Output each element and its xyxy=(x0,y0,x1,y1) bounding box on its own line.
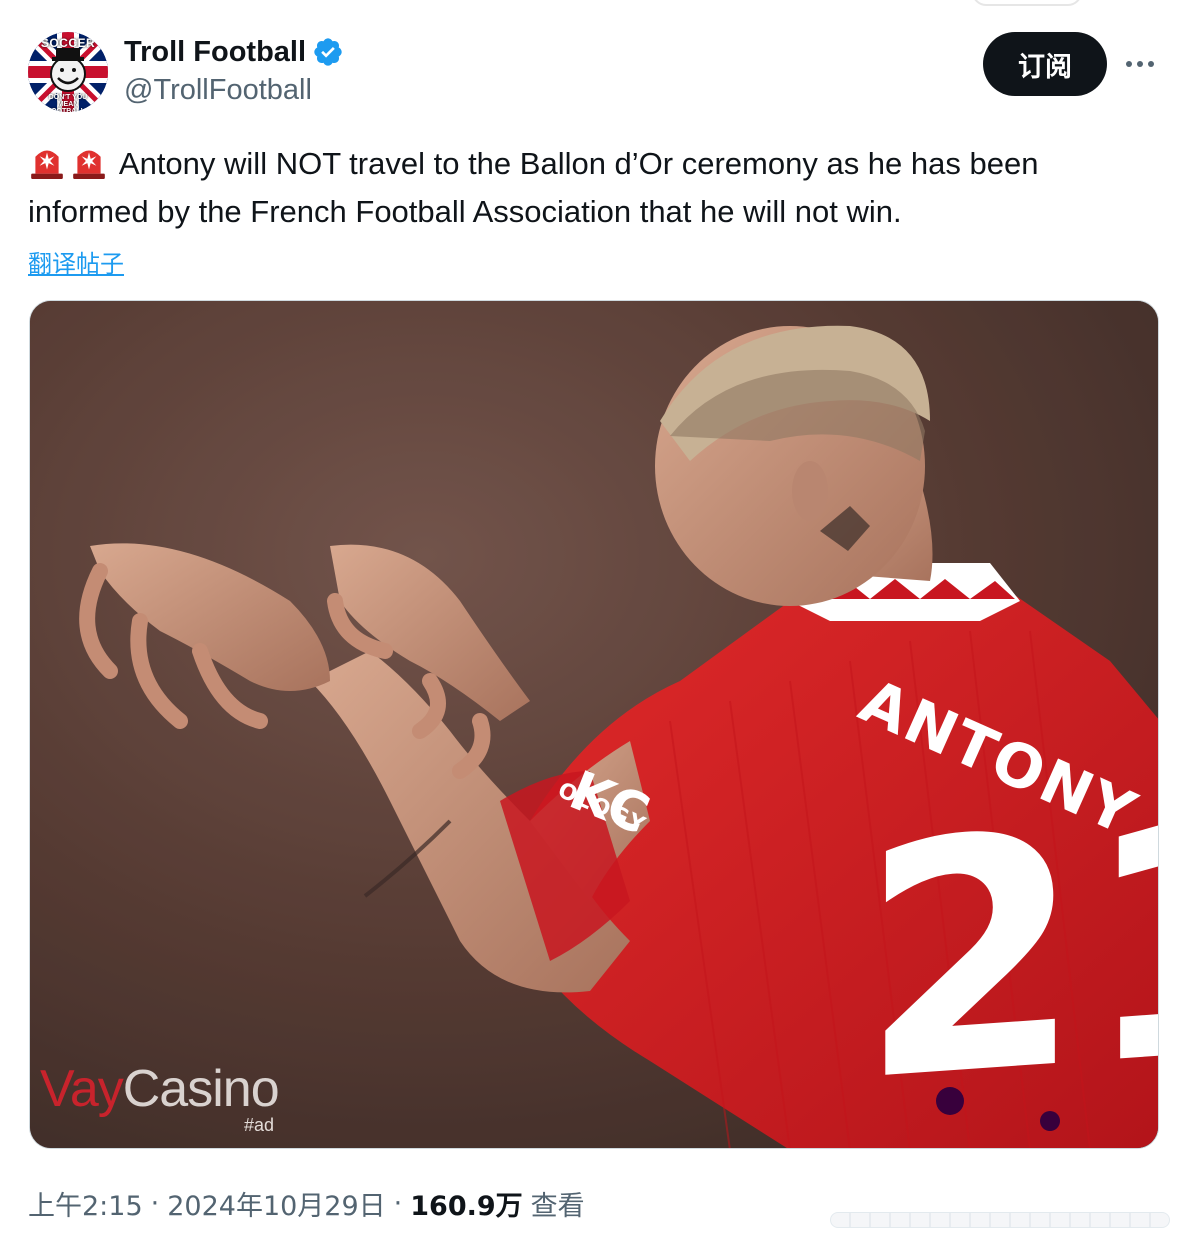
tweet-header: SOCCER DON'T YOU MEAN FOOTBALL? Troll Fo… xyxy=(28,30,1158,112)
user-handle[interactable]: @TrollFootball xyxy=(124,74,312,107)
name-row: Troll Football xyxy=(124,34,344,70)
tweet-body: Antony will NOT travel to the Ballon d’O… xyxy=(28,146,1039,229)
ad-tag: #ad xyxy=(244,1115,275,1135)
views-count: 160.9万 xyxy=(410,1191,523,1222)
ad-watermark-logo: VayCasino xyxy=(40,1059,280,1119)
views-label: 查看 xyxy=(530,1191,585,1222)
tweet-date[interactable]: 2024年10月29日 xyxy=(167,1184,385,1223)
tweet-time[interactable]: 上午2:15 xyxy=(28,1184,143,1223)
meta-separator: · xyxy=(393,1188,403,1219)
shirt-number-text: 21 xyxy=(860,749,1159,1149)
tweet-media-image[interactable]: ANTONY 21 KC OLOGY VayCasino #ad xyxy=(29,300,1159,1149)
meta-separator: · xyxy=(150,1188,160,1219)
display-name[interactable]: Troll Football xyxy=(124,36,306,69)
avatar[interactable]: SOCCER DON'T YOU MEAN FOOTBALL? xyxy=(28,32,108,112)
more-options-icon[interactable] xyxy=(1118,42,1162,86)
ad-brand-rest: Casino xyxy=(122,1060,280,1118)
dot xyxy=(1137,61,1143,67)
police-siren-emoji-icon xyxy=(73,150,105,179)
subscribe-button[interactable]: 订阅 xyxy=(983,32,1107,96)
translate-post-link[interactable]: 翻译帖子 xyxy=(28,244,124,279)
tweet-meta: 上午2:15 · 2024年10月29日 · 160.9万 查看 xyxy=(28,1184,585,1223)
ad-brand-red: Vay xyxy=(40,1060,124,1118)
avatar-badge-bottom: DON'T YOU MEAN FOOTBALL? xyxy=(46,94,90,112)
police-siren-emoji-icon xyxy=(31,150,63,179)
partial-action-bar xyxy=(830,1212,1170,1228)
avatar-badge-top: SOCCER xyxy=(40,36,96,50)
dot xyxy=(1148,61,1154,67)
verified-badge-icon[interactable] xyxy=(312,36,344,68)
dot xyxy=(1126,61,1132,67)
top-partial-button[interactable] xyxy=(972,0,1082,6)
tweet-text: Antony will NOT travel to the Ballon d’O… xyxy=(28,140,1164,236)
